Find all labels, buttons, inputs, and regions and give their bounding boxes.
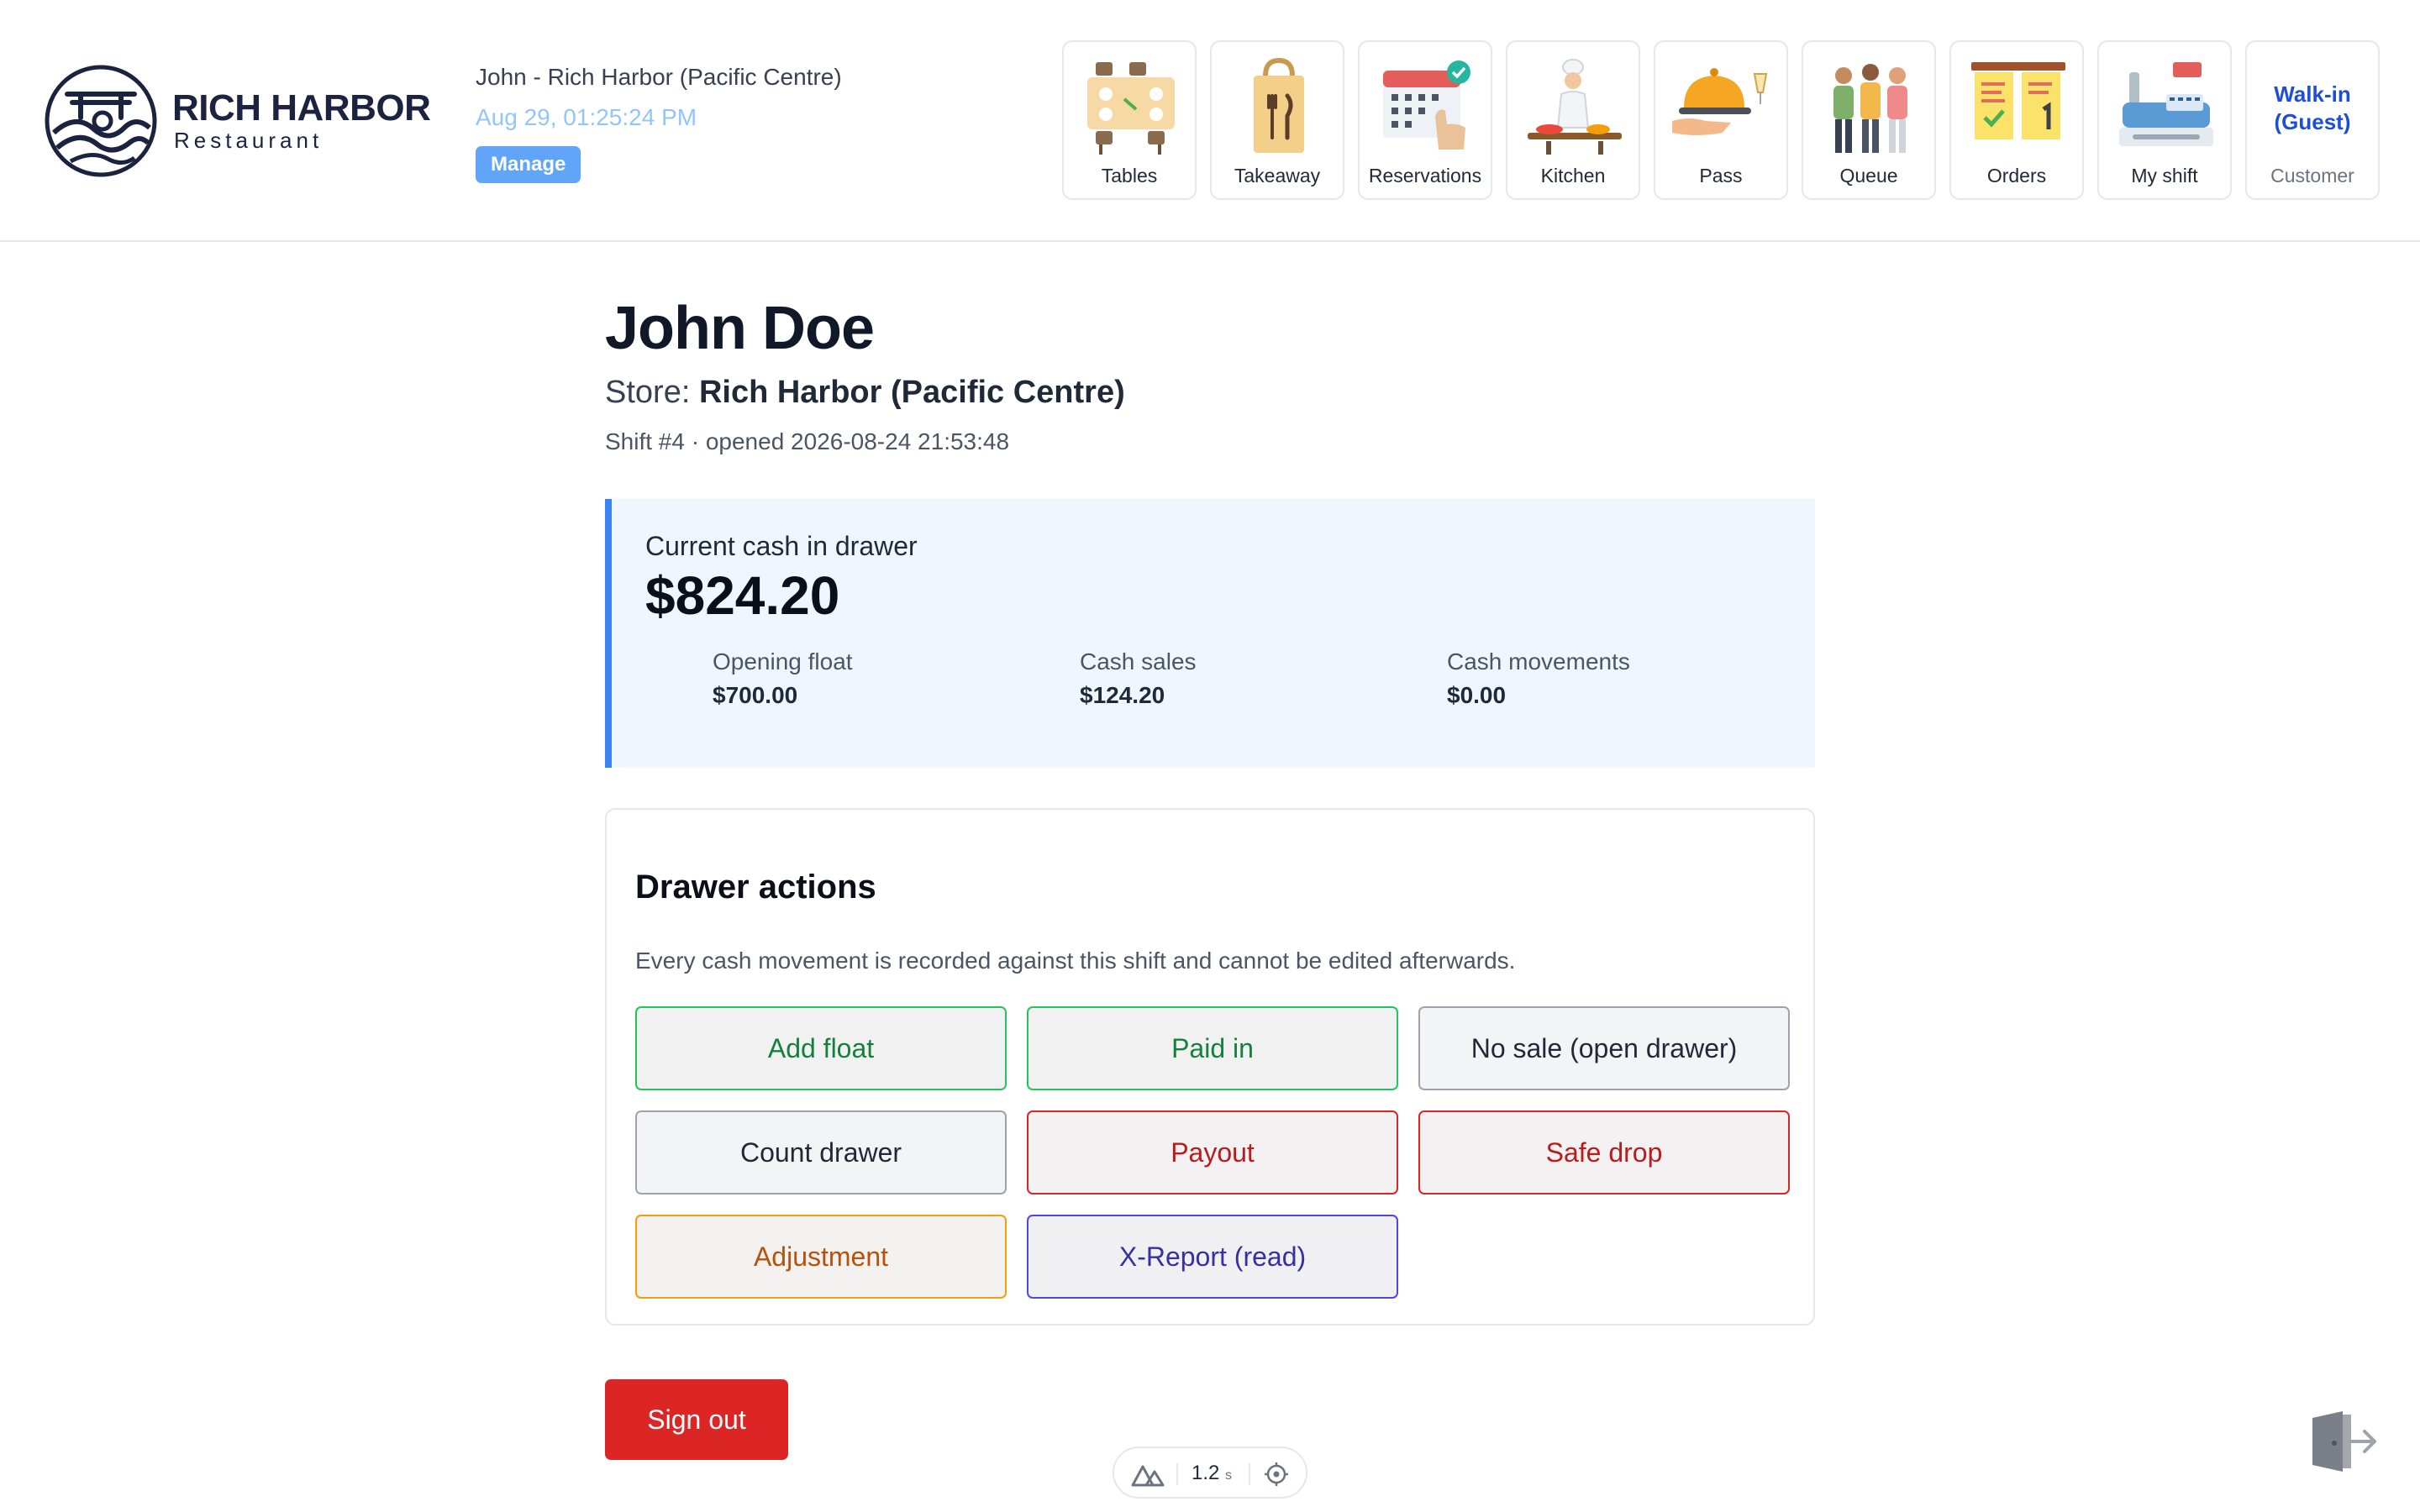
customer-label: Customer [2270, 165, 2354, 186]
nuxt-logo-icon[interactable] [1131, 1462, 1165, 1487]
nav-queue-label: Queue [1839, 165, 1898, 186]
nav-reservations[interactable]: Reservations [1358, 40, 1492, 200]
takeaway-bag-icon [1254, 57, 1304, 153]
nav-pass-label: Pass [1699, 165, 1743, 186]
inspect-target-icon[interactable] [1264, 1462, 1289, 1487]
brand-subtitle: Restaurant [174, 128, 324, 153]
safe-drop-button[interactable]: Safe drop [1418, 1110, 1790, 1194]
nav-kitchen-label: Kitchen [1540, 165, 1606, 186]
cash-sales-value: $124.20 [1080, 682, 1165, 708]
opening-float-label: Opening float [713, 648, 853, 675]
cash-movements-stat: Cash movements $0.00 [1447, 648, 1630, 709]
opening-float-value: $700.00 [713, 682, 798, 708]
cash-in-drawer-label: Current cash in drawer [645, 531, 918, 561]
no-sale-button[interactable]: No sale (open drawer) [1418, 1006, 1790, 1090]
tables-icon [1087, 62, 1175, 155]
cash-in-drawer-card: Current cash in drawer $824.20 Opening f… [605, 499, 1815, 768]
nav-my-shift-label: My shift [2131, 165, 2198, 186]
nav-tables[interactable]: Tables [1062, 40, 1197, 200]
nav-queue[interactable]: Queue [1802, 40, 1936, 200]
cash-movements-value: $0.00 [1447, 682, 1507, 708]
nav-orders-label: Orders [1986, 165, 2047, 186]
count-drawer-button[interactable]: Count drawer [635, 1110, 1007, 1194]
customer-selector[interactable]: Walk-in (Guest) Customer [2245, 40, 2380, 200]
dev-toolbar-divider [1249, 1463, 1250, 1485]
cash-sales-stat: Cash sales $124.20 [1080, 648, 1197, 709]
opening-float-stat: Opening float $700.00 [713, 648, 853, 709]
nav-tables-label: Tables [1101, 165, 1158, 186]
order-tickets-icon [1971, 62, 2065, 139]
drawer-actions-description: Every cash movement is recorded against … [635, 948, 1516, 974]
dev-toolbar[interactable]: 1.2 s [1113, 1446, 1307, 1499]
x-report-button[interactable]: X-Report (read) [1027, 1215, 1398, 1299]
store-prefix: Store: [605, 375, 691, 410]
render-timing: 1.2 s [1192, 1462, 1233, 1484]
cash-in-drawer-amount: $824.20 [645, 565, 840, 626]
brand-name: RICH HARBOR [172, 87, 431, 129]
nav-reservations-label: Reservations [1368, 165, 1482, 186]
store-name: Rich Harbor (Pacific Centre) [698, 375, 1125, 410]
cash-movements-label: Cash movements [1447, 648, 1630, 675]
top-bar: RICH HARBOR Restaurant John - Rich Harbo… [0, 0, 2420, 242]
cash-sales-label: Cash sales [1080, 648, 1197, 675]
payout-button[interactable]: Payout [1027, 1110, 1398, 1194]
drawer-actions-card: Drawer actions Every cash movement is re… [605, 808, 1815, 1326]
nav-kitchen[interactable]: Kitchen [1506, 40, 1640, 200]
drawer-actions-title: Drawer actions [635, 869, 876, 906]
nav-pass[interactable]: Pass [1654, 40, 1788, 200]
nav-orders[interactable]: Orders [1949, 40, 2084, 200]
manage-button[interactable]: Manage [476, 146, 581, 183]
store-line: Store: Rich Harbor (Pacific Centre) [605, 375, 1125, 411]
reservations-calendar-icon [1383, 60, 1470, 150]
sign-out-button[interactable]: Sign out [605, 1379, 788, 1460]
page-title: John Doe [605, 295, 875, 362]
customer-name: Walk-in (Guest) [2274, 81, 2351, 134]
queue-people-icon [1833, 64, 1907, 153]
user-store-label: John - Rich Harbor (Pacific Centre) [476, 64, 842, 90]
shift-info: Shift #4 · opened 2026-08-24 21:53:48 [605, 428, 1010, 454]
exit-door-icon[interactable] [2309, 1408, 2376, 1475]
paid-in-button[interactable]: Paid in [1027, 1006, 1398, 1090]
rich-harbor-logo-icon [45, 65, 157, 177]
adjustment-button[interactable]: Adjustment [635, 1215, 1007, 1299]
serving-cloche-icon [1672, 68, 1768, 135]
add-float-button[interactable]: Add float [635, 1006, 1007, 1090]
dev-toolbar-divider [1176, 1463, 1178, 1485]
cash-register-icon [2119, 62, 2213, 146]
nav-takeaway[interactable]: Takeaway [1210, 40, 1344, 200]
nav-takeaway-label: Takeaway [1234, 165, 1321, 186]
current-datetime: Aug 29, 01:25:24 PM [476, 104, 697, 130]
chef-icon [1528, 59, 1622, 155]
nav-my-shift[interactable]: My shift [2097, 40, 2232, 200]
